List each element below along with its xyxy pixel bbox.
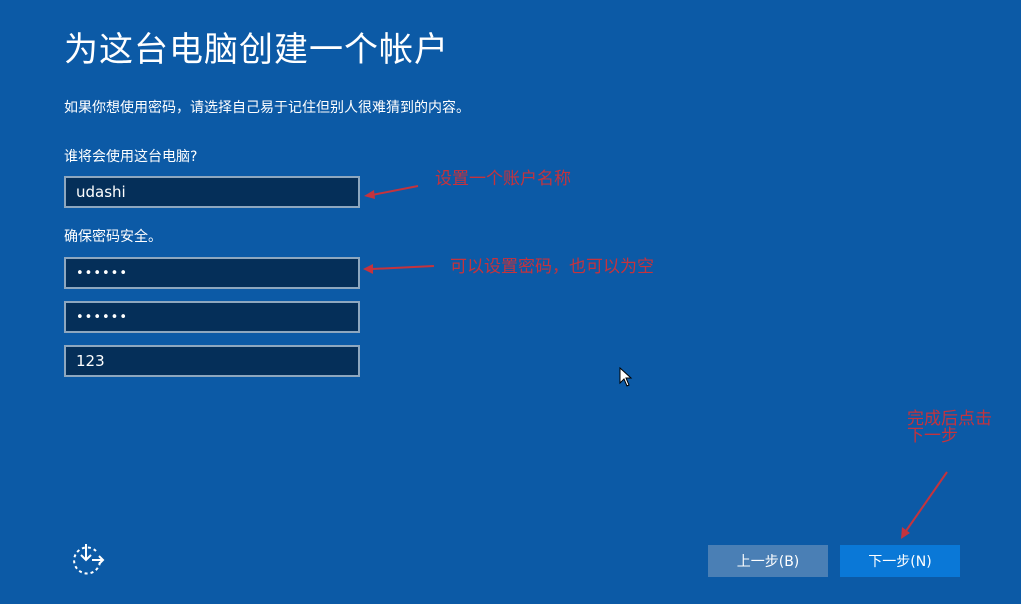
password-hint-input[interactable] <box>64 345 360 377</box>
confirm-password-input[interactable] <box>64 301 360 333</box>
password-arrow <box>363 264 435 274</box>
next-button[interactable]: 下一步(N) <box>840 545 960 577</box>
ease-of-access-icon[interactable] <box>70 540 106 576</box>
next-annotation: 完成后点击 下一步 <box>907 411 992 445</box>
password-annotation: 可以设置密码，也可以为空 <box>450 257 654 277</box>
page-subtitle: 如果你想使用密码，请选择自己易于记住但别人很难猜到的内容。 <box>64 100 470 116</box>
username-arrow <box>364 185 419 199</box>
username-input[interactable] <box>64 176 360 208</box>
mouse-cursor-icon <box>619 367 633 387</box>
password-label: 确保密码安全。 <box>64 229 162 245</box>
page-title: 为这台电脑创建一个帐户 <box>64 30 449 70</box>
username-label: 谁将会使用这台电脑? <box>64 149 198 165</box>
password-input[interactable] <box>64 257 360 289</box>
next-arrow <box>901 471 948 539</box>
next-annotation-line2: 下一步 <box>907 426 958 446</box>
back-button[interactable]: 上一步(B) <box>708 545 828 577</box>
username-annotation: 设置一个账户名称 <box>435 169 571 189</box>
